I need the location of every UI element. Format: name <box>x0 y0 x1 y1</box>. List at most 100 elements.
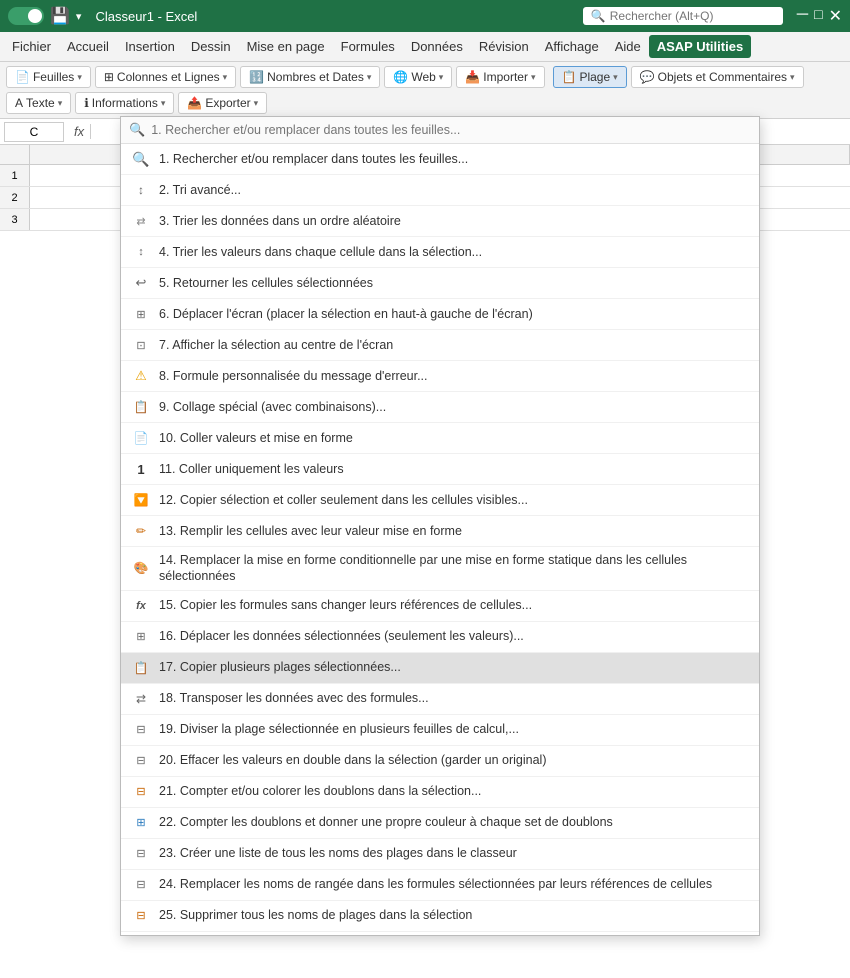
ribbon-btn-colonnes-lignes[interactable]: ⊞ Colonnes et Lignes ▾ <box>95 66 236 88</box>
item-icon-23: ⊟ <box>131 844 151 864</box>
dropdown-item-11[interactable]: 1 11. Coller uniquement les valeurs <box>121 454 759 485</box>
item-icon-3: ⇄ <box>131 211 151 231</box>
minimize-btn[interactable]: ─ <box>797 6 808 26</box>
menu-item-insertion[interactable]: Insertion <box>117 35 183 58</box>
plage-icon: 📋 <box>562 70 577 84</box>
dropdown-item-6[interactable]: ⊞ 6. Déplacer l'écran (placer la sélecti… <box>121 299 759 330</box>
menu-bar: Fichier Accueil Insertion Dessin Mise en… <box>0 32 850 62</box>
item-icon-21: ⊟ <box>131 782 151 802</box>
dropdown-item-23[interactable]: ⊟ 23. Créer une liste de tous les noms d… <box>121 839 759 870</box>
toggle-thumb <box>28 9 42 23</box>
menu-item-asap[interactable]: ASAP Utilities <box>649 35 751 58</box>
ribbon-btn-informations[interactable]: ℹ Informations ▾ <box>75 92 174 114</box>
item-icon-9: 📋 <box>131 397 151 417</box>
item-icon-8: ⚠ <box>131 366 151 386</box>
item-icon-18: ⇄ <box>131 689 151 709</box>
dropdown-item-14[interactable]: 🎨 14. Remplacer la mise en forme conditi… <box>121 547 759 591</box>
item-text-20: 20. Effacer les valeurs en double dans l… <box>159 752 547 768</box>
texte-icon: A <box>15 96 23 110</box>
item-icon-6: ⊞ <box>131 304 151 324</box>
ribbon-btn-texte[interactable]: A Texte ▾ <box>6 92 71 114</box>
texte-chevron: ▾ <box>58 98 63 109</box>
ribbon-btn-objets[interactable]: 💬 Objets et Commentaires ▾ <box>631 66 804 88</box>
dropdown-item-4[interactable]: ↕ 4. Trier les valeurs dans chaque cellu… <box>121 237 759 268</box>
cell-ref-box[interactable]: C <box>4 122 64 142</box>
plage-chevron: ▾ <box>613 72 618 83</box>
item-text-9: 9. Collage spécial (avec combinaisons)..… <box>159 399 386 415</box>
menu-item-accueil[interactable]: Accueil <box>59 35 117 58</box>
item-text-16: 16. Déplacer les données sélectionnées (… <box>159 628 524 644</box>
dropdown-item-7[interactable]: ⊡ 7. Afficher la sélection au centre de … <box>121 330 759 361</box>
dropdown-arrow[interactable]: ▾ <box>76 10 82 23</box>
item-text-11: 11. Coller uniquement les valeurs <box>159 461 344 477</box>
item-text-21: 21. Compter et/ou colorer les doublons d… <box>159 783 481 799</box>
search-input[interactable] <box>610 9 760 23</box>
ribbon-btn-nombres-dates[interactable]: 🔢 Nombres et Dates ▾ <box>240 66 380 88</box>
item-text-23: 23. Créer une liste de tous les noms des… <box>159 845 517 861</box>
dropdown-item-17[interactable]: 📋 17. Copier plusieurs plages sélectionn… <box>121 653 759 684</box>
menu-item-fichier[interactable]: Fichier <box>4 35 59 58</box>
ribbon-btn-web[interactable]: 🌐 Web ▾ <box>384 66 452 88</box>
dropdown-search-row: 🔍 <box>121 117 759 144</box>
dropdown-item-2[interactable]: ↕ 2. Tri avancé... <box>121 175 759 206</box>
auto-toggle[interactable] <box>8 7 44 25</box>
plage-dropdown: 🔍 🔍 1. Rechercher et/ou remplacer dans t… <box>120 116 760 936</box>
item-text-14: 14. Remplacer la mise en forme condition… <box>159 552 749 585</box>
maximize-btn[interactable]: □ <box>814 6 822 26</box>
ribbon-btn-exporter[interactable]: 📤 Exporter ▾ <box>178 92 267 114</box>
save-icon[interactable]: 💾 <box>50 6 70 26</box>
item-text-12: 12. Copier sélection et coller seulement… <box>159 492 528 508</box>
dropdown-item-15[interactable]: fx 15. Copier les formules sans changer … <box>121 591 759 622</box>
dropdown-item-16[interactable]: ⊞ 16. Déplacer les données sélectionnées… <box>121 622 759 653</box>
menu-item-dessin[interactable]: Dessin <box>183 35 239 58</box>
ribbon-btn-importer[interactable]: 📥 Importer ▾ <box>456 66 544 88</box>
dropdown-item-26[interactable]: ⊟ 26. Supprimer tous les noms de plages … <box>121 932 759 937</box>
title-bar: 💾 ▾ Classeur1 - Excel 🔍 ─ □ ✕ <box>0 0 850 32</box>
menu-item-aide[interactable]: Aide <box>607 35 649 58</box>
objets-chevron: ▾ <box>790 72 795 83</box>
menu-item-revision[interactable]: Révision <box>471 35 537 58</box>
search-box[interactable]: 🔍 <box>583 7 783 25</box>
item-text-6: 6. Déplacer l'écran (placer la sélection… <box>159 306 533 322</box>
dropdown-item-12[interactable]: 🔽 12. Copier sélection et coller seuleme… <box>121 485 759 516</box>
objets-icon: 💬 <box>640 70 655 84</box>
ribbon-btn-plage[interactable]: 📋 Plage ▾ <box>553 66 627 88</box>
dropdown-item-10[interactable]: 📄 10. Coller valeurs et mise en forme <box>121 423 759 454</box>
row-num-3: 3 <box>0 209 30 230</box>
export-chevron: ▾ <box>254 98 259 109</box>
item-text-17: 17. Copier plusieurs plages sélectionnée… <box>159 659 401 675</box>
dropdown-search-input[interactable] <box>151 123 751 137</box>
item-icon-2: ↕ <box>131 180 151 200</box>
dropdown-item-21[interactable]: ⊟ 21. Compter et/ou colorer les doublons… <box>121 777 759 808</box>
dropdown-item-18[interactable]: ⇄ 18. Transposer les données avec des fo… <box>121 684 759 715</box>
item-text-8: 8. Formule personnalisée du message d'er… <box>159 368 428 384</box>
menu-item-donnees[interactable]: Données <box>403 35 471 58</box>
dropdown-item-1[interactable]: 🔍 1. Rechercher et/ou remplacer dans tou… <box>121 144 759 175</box>
close-btn[interactable]: ✕ <box>829 6 842 26</box>
item-icon-1: 🔍 <box>131 149 151 169</box>
item-icon-24: ⊟ <box>131 875 151 895</box>
item-icon-14: 🎨 <box>131 558 151 578</box>
dropdown-item-24[interactable]: ⊟ 24. Remplacer les noms de rangée dans … <box>121 870 759 901</box>
dropdown-item-3[interactable]: ⇄ 3. Trier les données dans un ordre alé… <box>121 206 759 237</box>
dropdown-item-13[interactable]: ✏ 13. Remplir les cellules avec leur val… <box>121 516 759 547</box>
dropdown-item-25[interactable]: ⊟ 25. Supprimer tous les noms de plages … <box>121 901 759 932</box>
dropdown-item-9[interactable]: 📋 9. Collage spécial (avec combinaisons)… <box>121 392 759 423</box>
dropdown-item-5[interactable]: ↩ 5. Retourner les cellules sélectionnée… <box>121 268 759 299</box>
feuilles-chevron: ▾ <box>77 72 82 83</box>
item-icon-10: 📄 <box>131 428 151 448</box>
item-text-15: 15. Copier les formules sans changer leu… <box>159 597 532 613</box>
menu-item-affichage[interactable]: Affichage <box>537 35 607 58</box>
menu-item-mep[interactable]: Mise en page <box>239 35 333 58</box>
ribbon-btn-feuilles[interactable]: 📄 Feuilles ▾ <box>6 66 91 88</box>
item-text-25: 25. Supprimer tous les noms de plages da… <box>159 907 472 923</box>
dropdown-item-20[interactable]: ⊟ 20. Effacer les valeurs en double dans… <box>121 746 759 777</box>
num-icon: 🔢 <box>249 70 264 84</box>
item-icon-5: ↩ <box>131 273 151 293</box>
dropdown-item-22[interactable]: ⊞ 22. Compter les doublons et donner une… <box>121 808 759 839</box>
dropdown-item-8[interactable]: ⚠ 8. Formule personnalisée du message d'… <box>121 361 759 392</box>
dropdown-item-19[interactable]: ⊟ 19. Diviser la plage sélectionnée en p… <box>121 715 759 746</box>
menu-item-formules[interactable]: Formules <box>333 35 403 58</box>
web-chevron: ▾ <box>439 72 444 83</box>
item-text-10: 10. Coller valeurs et mise en forme <box>159 430 353 446</box>
